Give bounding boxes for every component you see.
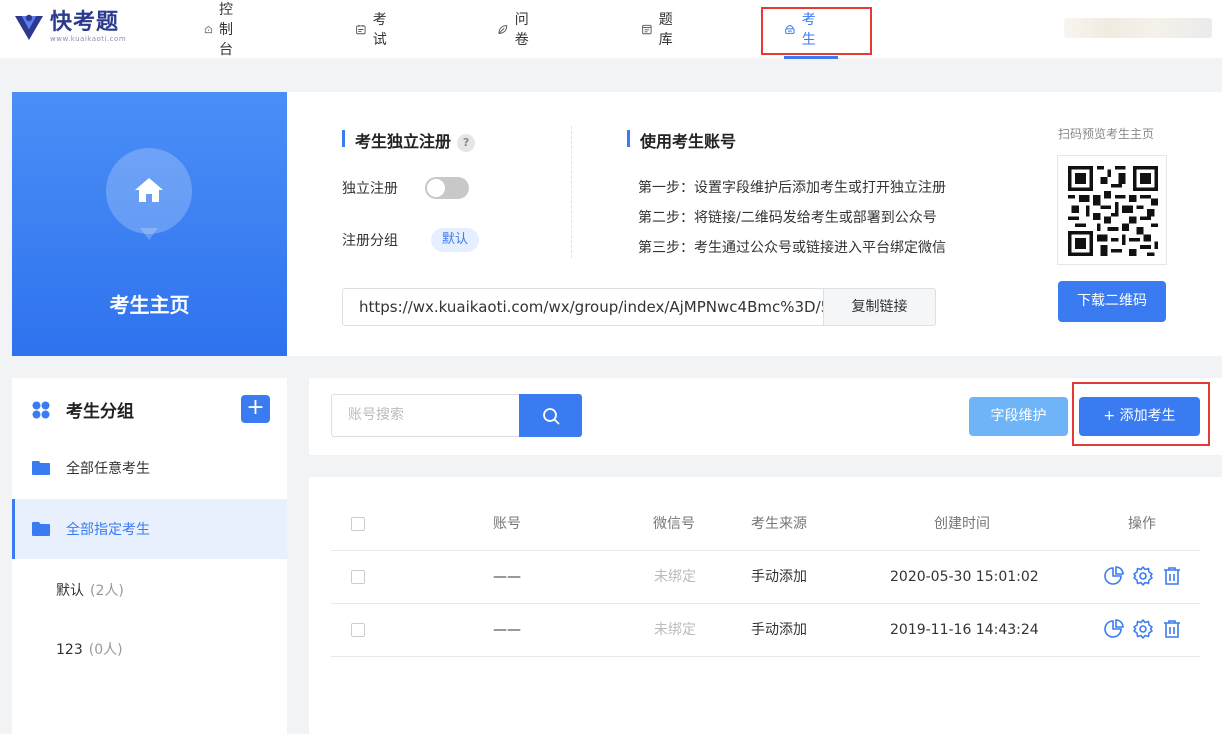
gear-icon[interactable] — [1132, 565, 1154, 587]
nav-survey[interactable]: 问卷 — [497, 0, 534, 58]
self-register-toggle[interactable] — [425, 177, 469, 199]
nav-exam[interactable]: 考试 — [355, 0, 392, 58]
group-sidebar: 考生分组 + 全部任意考生 全部指定考生 默认 (2人) 123 (0人) — [12, 378, 287, 734]
toggle-knob — [427, 179, 445, 197]
four-dots-icon — [32, 401, 50, 418]
register-section-title: 考生独立注册? — [342, 128, 476, 152]
top-navbar: 快考题 www.kuaikaoti.com 控制台 考试 问卷 题库 考生 — [0, 0, 1222, 59]
nav-active-indicator — [784, 56, 838, 59]
sidebar-group-default[interactable]: 默认 (2人) — [56, 580, 124, 600]
row-checkbox[interactable] — [351, 623, 365, 637]
cell-account: —— — [493, 569, 521, 585]
step-1: 第一步：设置字段维护后添加考生或打开独立注册 — [638, 180, 946, 196]
step-3: 第三步：考生通过公众号或链接进入平台绑定微信 — [638, 240, 946, 256]
register-title-text: 考生独立注册 — [355, 132, 452, 151]
field-maintenance-button[interactable]: 字段维护 — [969, 397, 1068, 436]
logo-icon — [15, 14, 43, 40]
table-header: 账号 微信号 考生来源 创建时间 操作 — [331, 498, 1200, 551]
help-icon[interactable]: ? — [457, 134, 476, 152]
leaf-icon — [498, 24, 508, 34]
home-icon — [135, 178, 163, 202]
table-row: —— 未绑定 手动添加 2019-11-16 14:43:24 — [331, 604, 1200, 657]
document-box-icon — [642, 24, 652, 34]
register-group-tag[interactable]: 默认 — [431, 228, 480, 252]
header-actions: 操作 — [1128, 516, 1156, 532]
logo[interactable]: 快考题 www.kuaikaoti.com — [12, 10, 126, 44]
pie-chart-icon[interactable] — [1103, 618, 1125, 640]
logo-subtitle: www.kuaikaoti.com — [50, 35, 127, 43]
add-group-button[interactable]: + — [241, 395, 270, 423]
trash-icon[interactable] — [1161, 565, 1183, 587]
group-name: 默认 — [56, 583, 84, 599]
nav-question-bank[interactable]: 题库 — [641, 0, 678, 58]
logo-title: 快考题 — [50, 10, 120, 35]
self-register-label: 独立注册 — [342, 181, 398, 197]
row-checkbox[interactable] — [351, 570, 365, 584]
step-2: 第二步：将链接/二维码发给考生或部署到公众号 — [638, 210, 937, 226]
copy-link-button[interactable]: 复制链接 — [823, 288, 936, 326]
nav-dashboard-label: 控制台 — [218, 2, 233, 58]
sidebar-group-123[interactable]: 123 (0人) — [56, 639, 123, 659]
nav-dashboard[interactable]: 控制台 — [204, 0, 241, 58]
cell-wechat: 未绑定 — [654, 622, 696, 638]
cell-created: 2020-05-30 15:01:02 — [890, 569, 1039, 585]
row-actions — [1103, 565, 1183, 587]
pie-chart-icon[interactable] — [1103, 565, 1125, 587]
sidebar-title: 考生分组 — [66, 402, 134, 422]
qr-label: 扫码预览考生主页 — [1058, 127, 1155, 141]
sidebar-item-all-assigned[interactable]: 全部指定考生 — [12, 499, 287, 559]
sidebar-header: 考生分组 — [32, 397, 134, 422]
gear-icon[interactable] — [1132, 618, 1154, 640]
register-link-field[interactable]: https://wx.kuaikaoti.com/wx/group/index/… — [342, 288, 824, 326]
select-all-checkbox[interactable] — [351, 517, 365, 531]
group-name: 123 — [56, 642, 83, 658]
section-divider — [571, 126, 572, 258]
group-count: (0人) — [88, 642, 123, 658]
row-actions — [1103, 618, 1183, 640]
home-outline-icon — [204, 25, 213, 33]
header-wechat: 微信号 — [653, 516, 695, 532]
nav-exam-label: 考试 — [372, 12, 387, 48]
cell-wechat: 未绑定 — [654, 569, 696, 585]
search-icon — [543, 408, 560, 425]
sidebar-item-label: 全部指定考生 — [66, 522, 150, 538]
hero-banner: 考生主页 — [12, 92, 287, 356]
candidate-home-panel: 考生主页 考生独立注册? 独立注册 注册分组 默认 使用考生账号 第一步：设置字… — [12, 92, 1222, 356]
hero-title: 考生主页 — [109, 293, 190, 317]
search-button[interactable] — [519, 394, 582, 437]
download-qr-button[interactable]: 下载二维码 — [1058, 281, 1166, 322]
user-account-blurred[interactable] — [1064, 18, 1212, 38]
nav-question-bank-label: 题库 — [658, 12, 673, 48]
group-count: (2人) — [90, 583, 124, 599]
qr-code — [1057, 155, 1167, 265]
cell-source: 手动添加 — [751, 569, 807, 585]
sidebar-item-label: 全部任意考生 — [66, 461, 150, 477]
hero-bubble-tail — [140, 228, 158, 240]
highlight-box-nav — [761, 7, 872, 55]
account-search-input[interactable]: 账号搜索 — [331, 394, 520, 437]
calendar-icon — [356, 24, 366, 34]
candidate-table: 账号 微信号 考生来源 创建时间 操作 —— 未绑定 手动添加 2020-05-… — [309, 477, 1222, 734]
nav-survey-label: 问卷 — [514, 12, 529, 48]
header-source: 考生来源 — [751, 516, 807, 532]
header-account: 账号 — [493, 516, 521, 532]
folder-icon — [32, 461, 50, 475]
header-created: 创建时间 — [934, 516, 990, 532]
account-section-title: 使用考生账号 — [627, 128, 736, 152]
cell-created: 2019-11-16 14:43:24 — [890, 622, 1039, 638]
register-group-label: 注册分组 — [342, 233, 398, 249]
qr-code-icon — [1068, 166, 1158, 256]
table-row: —— 未绑定 手动添加 2020-05-30 15:01:02 — [331, 551, 1200, 604]
trash-icon[interactable] — [1161, 618, 1183, 640]
folder-icon — [32, 522, 50, 536]
cell-account: —— — [493, 622, 521, 638]
sidebar-item-all-any[interactable]: 全部任意考生 — [12, 438, 287, 498]
cell-source: 手动添加 — [751, 622, 807, 638]
highlight-box-add — [1072, 382, 1210, 446]
